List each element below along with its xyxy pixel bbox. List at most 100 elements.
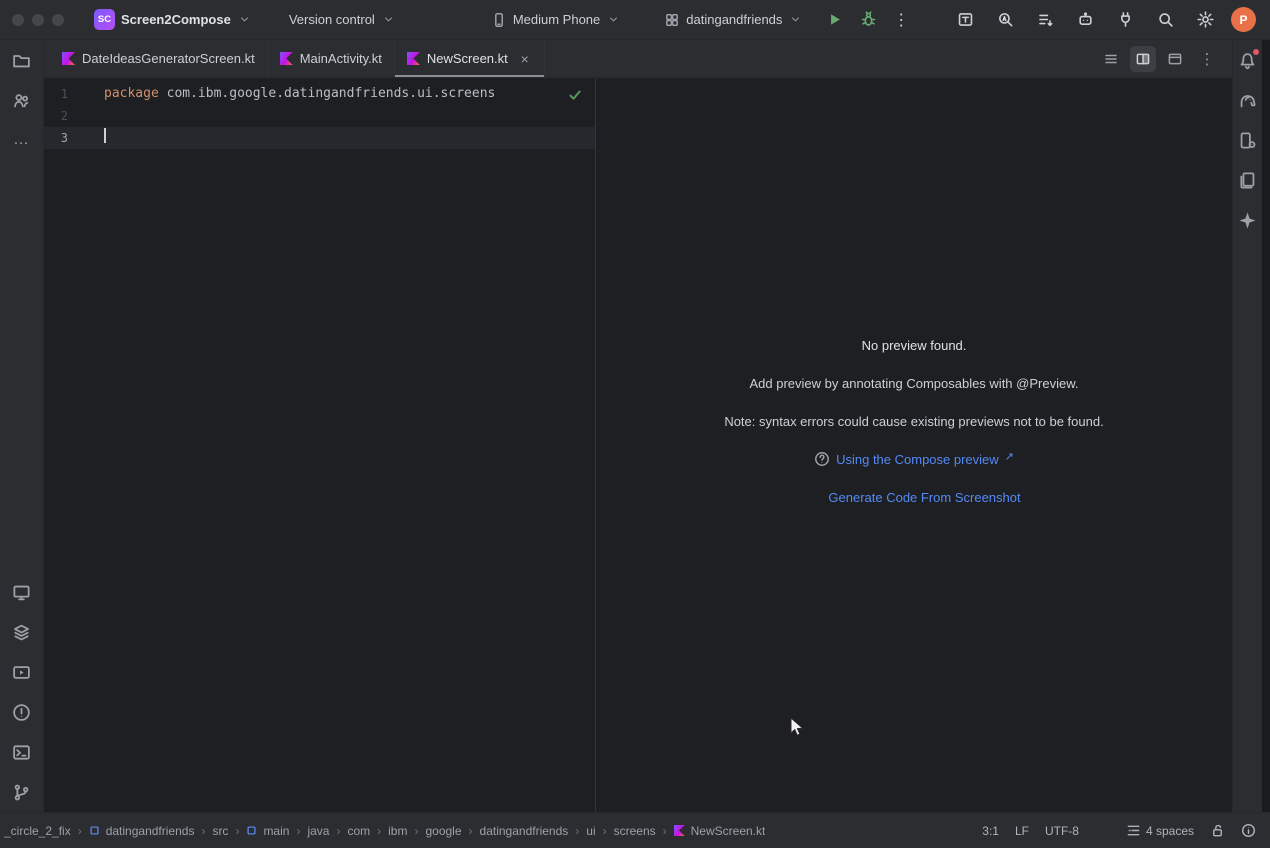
running-devices-tool-button[interactable]	[4, 572, 40, 612]
editor-split: 1 package com.ibm.google.datingandfriend…	[44, 78, 1232, 812]
code-view-button[interactable]	[1098, 46, 1124, 72]
breadcrumb-separator: ›	[413, 824, 419, 838]
line-number[interactable]: 1	[44, 83, 104, 105]
terminal-tool-button[interactable]	[4, 732, 40, 772]
ai-assistant-button[interactable]	[1071, 6, 1099, 34]
editor-line: 1 package com.ibm.google.datingandfriend…	[44, 83, 595, 105]
right-tool-strip	[1232, 40, 1262, 812]
workspace: DateIdeasGeneratorScreen.kt MainActivity…	[44, 40, 1232, 812]
tab-mainactivity[interactable]: MainActivity.kt	[268, 40, 395, 77]
search-action-button[interactable]	[991, 6, 1019, 34]
settings-button[interactable]	[1191, 6, 1219, 34]
zoom-window-button[interactable]	[52, 14, 64, 26]
chevron-down-icon	[382, 13, 395, 26]
ai-status-button[interactable]	[1095, 823, 1110, 838]
breadcrumb-item[interactable]: datingandfriends	[480, 824, 569, 838]
breadcrumb-item[interactable]: main	[263, 824, 289, 838]
breadcrumb-item[interactable]: datingandfriends	[106, 824, 195, 838]
task-list-button[interactable]	[1031, 6, 1059, 34]
breadcrumb-item[interactable]: ibm	[388, 824, 407, 838]
module-icon	[89, 825, 100, 836]
breadcrumb-item[interactable]: _circle_2_fix	[4, 824, 71, 838]
breadcrumb-item[interactable]: java	[307, 824, 329, 838]
notifications-button[interactable]	[1230, 40, 1266, 80]
plugins-button[interactable]	[1111, 6, 1139, 34]
tab-newscreen[interactable]: NewScreen.kt ×	[395, 40, 545, 77]
kotlin-file-icon	[407, 52, 420, 65]
logcat-tool-button[interactable]	[4, 652, 40, 692]
tab-dateideasgeneratorscreen[interactable]: DateIdeasGeneratorScreen.kt	[50, 40, 268, 77]
version-control-label: Version control	[289, 12, 375, 27]
device-selector[interactable]: Medium Phone	[491, 12, 620, 28]
minimize-window-button[interactable]	[32, 14, 44, 26]
code-search-icon	[997, 11, 1014, 28]
gradle-tool-button[interactable]	[1230, 80, 1266, 120]
close-tab-button[interactable]: ×	[518, 51, 532, 67]
run-button[interactable]	[820, 6, 848, 34]
device-manager-tool-button[interactable]	[1230, 120, 1266, 160]
monitor-icon	[12, 583, 31, 602]
breadcrumb-item[interactable]: google	[425, 824, 461, 838]
more-run-options-button[interactable]: ⋮	[888, 10, 914, 30]
breadcrumb-item[interactable]: ui	[586, 824, 595, 838]
user-avatar[interactable]: P	[1231, 7, 1256, 32]
split-view-button[interactable]	[1130, 46, 1156, 72]
gear-icon	[1197, 11, 1214, 28]
close-window-button[interactable]	[12, 14, 24, 26]
version-control-widget[interactable]: Version control	[289, 12, 395, 27]
encoding-widget[interactable]: UTF-8	[1045, 824, 1079, 838]
external-link-icon: ↗	[1005, 450, 1014, 463]
device-files-icon	[1238, 171, 1257, 190]
design-view-button[interactable]	[1162, 46, 1188, 72]
bug-icon	[860, 11, 877, 28]
preview-title-text: No preview found.	[862, 338, 967, 353]
editor-options-button[interactable]: ⋮	[1194, 46, 1220, 72]
split-view-icon	[1135, 51, 1151, 67]
gemini-tool-button[interactable]	[1230, 200, 1266, 240]
inspections-status-widget[interactable]	[567, 87, 583, 103]
breadcrumb-separator: ›	[662, 824, 668, 838]
app-module-icon	[664, 12, 680, 28]
search-icon	[1157, 11, 1174, 28]
breadcrumb-item[interactable]: com	[347, 824, 370, 838]
editor-tab-bar: DateIdeasGeneratorScreen.kt MainActivity…	[44, 40, 1232, 78]
breadcrumb-item[interactable]: screens	[614, 824, 656, 838]
left-strip-bottom	[4, 572, 40, 812]
line-number[interactable]: 3	[44, 127, 104, 149]
line-number[interactable]: 2	[44, 105, 104, 127]
line-ending-widget[interactable]: LF	[1015, 824, 1029, 838]
tab-label: MainActivity.kt	[300, 51, 382, 66]
app-quality-insights-tool-button[interactable]	[4, 612, 40, 652]
preview-note: Note: syntax errors could cause existing…	[724, 402, 1103, 440]
phone-icon	[491, 12, 507, 28]
device-manager-icon	[1238, 131, 1257, 150]
breadcrumb-item[interactable]: src	[212, 824, 228, 838]
generate-code-from-screenshot-link[interactable]: Generate Code From Screenshot	[828, 490, 1020, 505]
run-configuration-selector[interactable]: datingandfriends	[664, 12, 802, 28]
readonly-toggle-button[interactable]	[1210, 823, 1225, 838]
editor-view-mode-controls: ⋮	[1098, 40, 1232, 77]
status-bar: _circle_2_fix › datingandfriends › src ›…	[0, 812, 1270, 848]
version-control-tool-button[interactable]	[4, 772, 40, 812]
ide-info-button[interactable]	[1241, 823, 1256, 838]
indent-config-widget[interactable]: 4 spaces	[1126, 823, 1194, 838]
device-explorer-tool-button[interactable]	[1230, 160, 1266, 200]
sparkle-icon	[1095, 823, 1110, 838]
pull-requests-tool-button[interactable]	[4, 80, 40, 120]
gradle-elephant-icon	[1238, 91, 1257, 110]
task-list-icon	[1037, 11, 1054, 28]
problems-tool-button[interactable]	[4, 692, 40, 732]
mirror-device-button[interactable]	[951, 6, 979, 34]
search-everywhere-button[interactable]	[1151, 6, 1179, 34]
project-tool-button[interactable]	[4, 40, 40, 80]
tv-play-icon	[12, 663, 31, 682]
project-widget[interactable]: SC Screen2Compose	[94, 9, 251, 30]
code-editor[interactable]: 1 package com.ibm.google.datingandfriend…	[44, 78, 595, 812]
text-caret	[104, 128, 106, 143]
more-tool-windows-button[interactable]: …	[4, 120, 40, 160]
caret-position-widget[interactable]: 3:1	[982, 824, 999, 838]
debug-button[interactable]	[854, 6, 882, 34]
breadcrumb-item[interactable]: NewScreen.kt	[691, 824, 766, 838]
compose-preview-doc-link-row: Using the Compose preview ↗	[814, 440, 1014, 478]
compose-preview-doc-link[interactable]: Using the Compose preview	[836, 452, 999, 467]
